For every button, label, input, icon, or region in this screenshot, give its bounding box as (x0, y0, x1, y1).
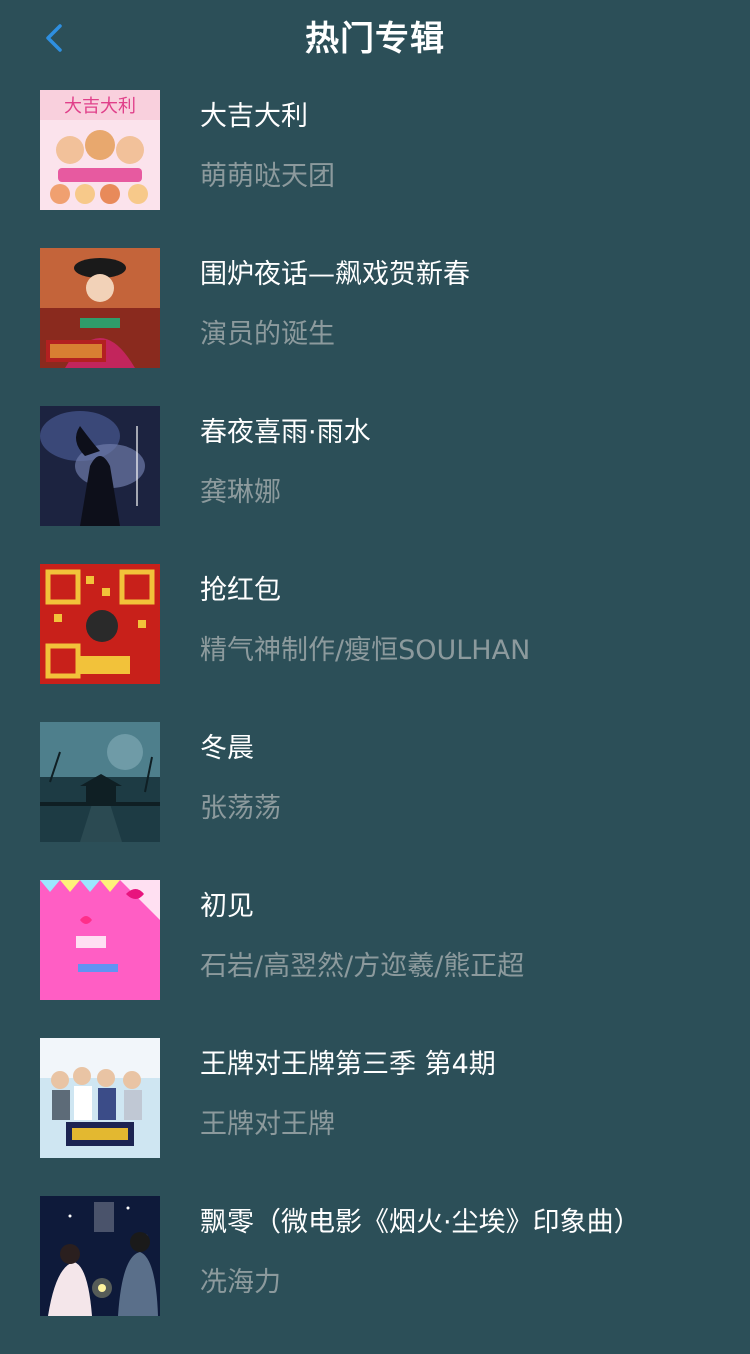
album-list-item[interactable]: 大吉大利 大吉大利 萌萌哒天团 (0, 90, 750, 248)
album-cover-image (40, 1038, 160, 1158)
album-list-item[interactable]: 春夜喜雨·雨水 龚琳娜 (0, 406, 750, 564)
header-bar: 热门专辑 (0, 0, 750, 80)
album-title: 大吉大利 (200, 101, 308, 132)
album-title: 抢红包 (200, 575, 281, 606)
album-list-item[interactable]: 围炉夜话—飙戏贺新春 演员的诞生 (0, 248, 750, 406)
album-title: 春夜喜雨·雨水 (200, 417, 371, 448)
album-artist: 演员的诞生 (200, 319, 335, 350)
album-cover-image: 大吉大利 (40, 90, 160, 210)
page-title: 热门专辑 (305, 19, 445, 59)
album-title: 围炉夜话—飙戏贺新春 (200, 259, 470, 290)
album-cover-image (40, 1196, 160, 1316)
album-list-item[interactable]: 王牌对王牌第三季 第4期 王牌对王牌 (0, 1038, 750, 1196)
svg-text:大吉大利: 大吉大利 (64, 96, 136, 117)
album-artist: 精气神制作/瘦恒SOULHAN (200, 635, 531, 666)
album-list-item[interactable]: 抢红包 精气神制作/瘦恒SOULHAN (0, 564, 750, 722)
album-list-item[interactable]: 冬晨 张荡荡 (0, 722, 750, 880)
album-title: 冬晨 (200, 733, 254, 764)
album-cover-image (40, 722, 160, 842)
album-artist: 石岩/高翌然/方迩羲/熊正超 (200, 951, 525, 982)
album-artist: 冼海力 (200, 1267, 281, 1298)
album-cover-image (40, 248, 160, 368)
album-list-item[interactable]: 初见 石岩/高翌然/方迩羲/熊正超 (0, 880, 750, 1038)
album-artist: 王牌对王牌 (200, 1109, 335, 1140)
album-artist: 龚琳娜 (200, 477, 281, 508)
album-cover-image (40, 406, 160, 526)
album-list-item[interactable]: 飘零（微电影《烟火·尘埃》印象曲） 冼海力 (0, 1196, 750, 1354)
album-title: 飘零（微电影《烟火·尘埃》印象曲） (200, 1207, 641, 1238)
album-artist: 张荡荡 (200, 793, 281, 824)
album-title: 初见 (200, 891, 254, 922)
album-artist: 萌萌哒天团 (200, 161, 335, 192)
album-list: 大吉大利 大吉大利 萌萌哒天团 围炉夜话—飙戏贺新春 演员的诞生 春夜喜雨·雨水… (0, 90, 750, 1354)
album-cover-image (40, 564, 160, 684)
album-cover-image (40, 880, 160, 1000)
album-title: 王牌对王牌第三季 第4期 (200, 1049, 496, 1080)
